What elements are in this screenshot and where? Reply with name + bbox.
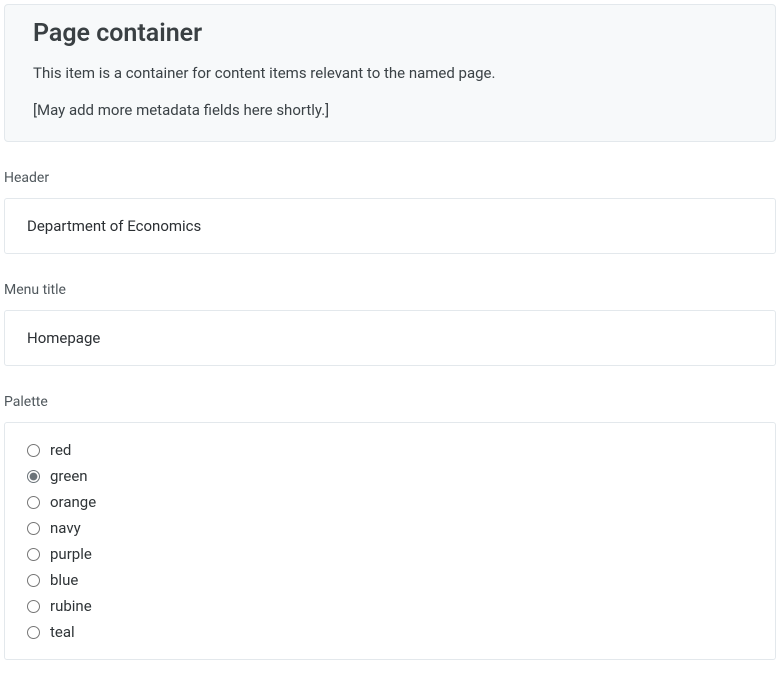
header-input[interactable] bbox=[27, 217, 753, 235]
palette-radio-orange[interactable] bbox=[27, 496, 40, 509]
palette-option-label[interactable]: teal bbox=[50, 623, 75, 641]
header-input-box[interactable] bbox=[4, 198, 776, 254]
palette-radio-blue[interactable] bbox=[27, 574, 40, 587]
menu-title-input-box[interactable] bbox=[4, 310, 776, 366]
info-panel: Page container This item is a container … bbox=[4, 4, 776, 142]
palette-option-blue[interactable]: blue bbox=[27, 571, 753, 589]
palette-radio-teal[interactable] bbox=[27, 626, 40, 639]
palette-option-label[interactable]: rubine bbox=[50, 597, 92, 615]
palette-radio-list: red green orange navy purple blue rubine teal bbox=[27, 441, 753, 641]
palette-radio-navy[interactable] bbox=[27, 522, 40, 535]
palette-option-label[interactable]: orange bbox=[50, 493, 96, 511]
palette-radio-rubine[interactable] bbox=[27, 600, 40, 613]
palette-option-red[interactable]: red bbox=[27, 441, 753, 459]
palette-option-navy[interactable]: navy bbox=[27, 519, 753, 537]
palette-option-orange[interactable]: orange bbox=[27, 493, 753, 511]
palette-box: red green orange navy purple blue rubine teal bbox=[4, 422, 776, 660]
menu-title-label: Menu title bbox=[4, 282, 776, 298]
palette-field-group: Palette red green orange navy purple blue rubi… bbox=[4, 394, 776, 660]
info-note: [May add more metadata fields here short… bbox=[33, 99, 747, 122]
palette-option-rubine[interactable]: rubine bbox=[27, 597, 753, 615]
palette-radio-red[interactable] bbox=[27, 444, 40, 457]
header-field-group: Header bbox=[4, 170, 776, 254]
palette-label: Palette bbox=[4, 394, 776, 410]
palette-radio-green[interactable] bbox=[27, 470, 40, 483]
palette-option-purple[interactable]: purple bbox=[27, 545, 753, 563]
palette-option-label[interactable]: red bbox=[50, 441, 71, 459]
palette-option-green[interactable]: green bbox=[27, 467, 753, 485]
info-description: This item is a container for content ite… bbox=[33, 62, 747, 85]
palette-option-label[interactable]: green bbox=[50, 467, 88, 485]
palette-option-label[interactable]: blue bbox=[50, 571, 78, 589]
menu-title-field-group: Menu title bbox=[4, 282, 776, 366]
palette-option-label[interactable]: purple bbox=[50, 545, 92, 563]
palette-radio-purple[interactable] bbox=[27, 548, 40, 561]
info-title: Page container bbox=[33, 19, 747, 48]
palette-option-label[interactable]: navy bbox=[50, 519, 81, 537]
menu-title-input[interactable] bbox=[27, 329, 753, 347]
palette-option-teal[interactable]: teal bbox=[27, 623, 753, 641]
header-label: Header bbox=[4, 170, 776, 186]
